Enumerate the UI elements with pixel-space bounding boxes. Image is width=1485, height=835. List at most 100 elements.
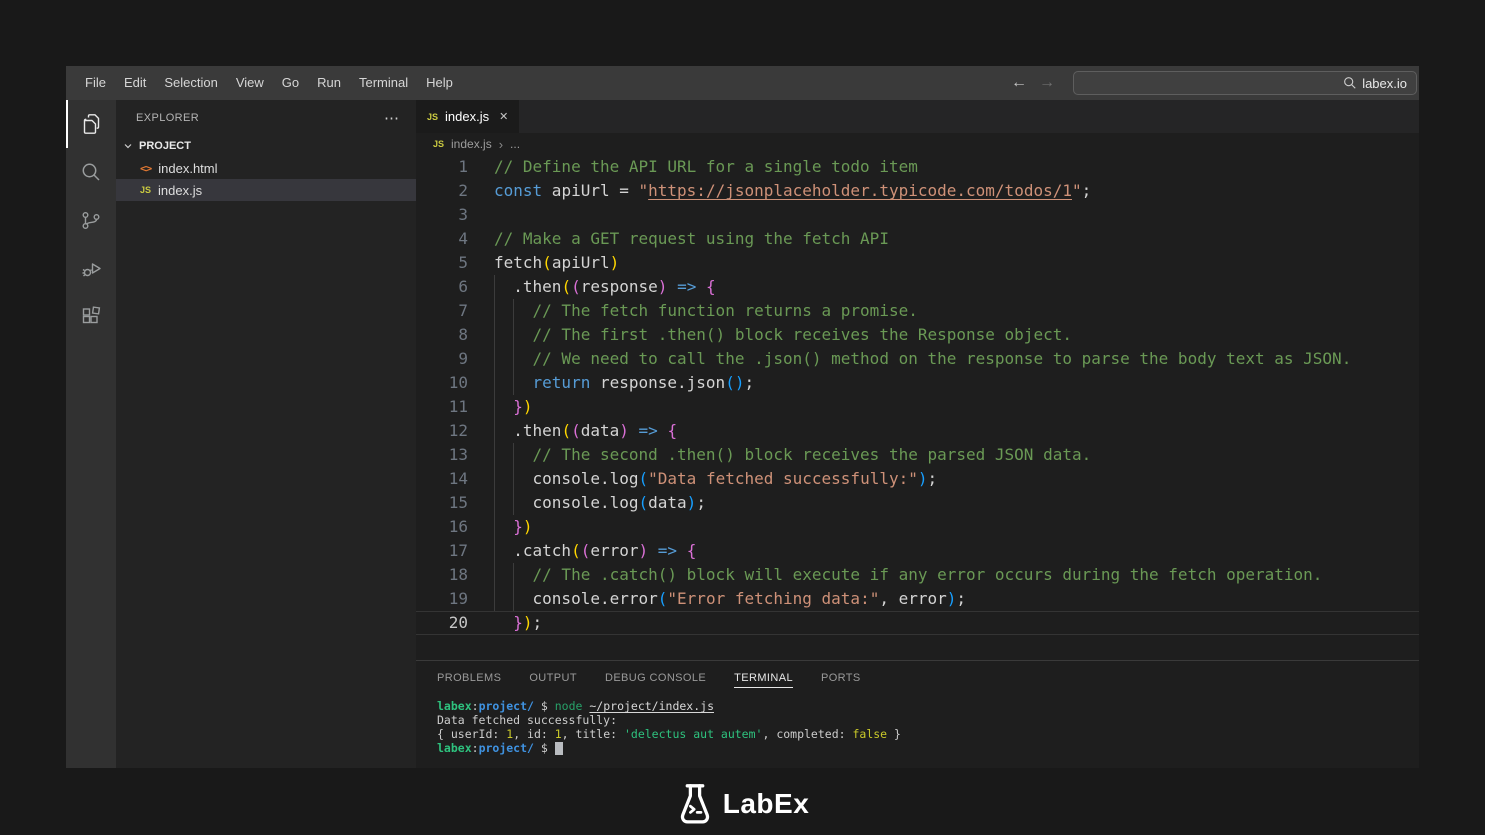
line-number: 12 bbox=[416, 419, 468, 443]
breadcrumb-file[interactable]: index.js bbox=[451, 137, 492, 151]
menu-help[interactable]: Help bbox=[417, 66, 462, 100]
files-icon bbox=[79, 112, 103, 136]
terminal-output[interactable]: labex:project/ $ node ~/project/index.js… bbox=[416, 695, 1419, 768]
terminal-line: { userId: 1, id: 1, title: 'delectus aut… bbox=[437, 727, 1419, 741]
bottom-panel: PROBLEMS OUTPUT DEBUG CONSOLE TERMINAL PORTS… bbox=[416, 660, 1419, 768]
terminal-line: labex:project/ $ bbox=[437, 741, 1419, 755]
code-line-3[interactable]: 3 bbox=[416, 203, 1419, 227]
activity-run-debug[interactable] bbox=[66, 244, 116, 292]
nav-forward-icon[interactable]: → bbox=[1033, 74, 1061, 92]
menu-go[interactable]: Go bbox=[273, 66, 308, 100]
code-content: // Define the API URL for a single todo … bbox=[468, 155, 1419, 179]
menu-view[interactable]: View bbox=[227, 66, 273, 100]
line-number: 13 bbox=[416, 443, 468, 467]
activity-source-control[interactable] bbox=[66, 196, 116, 244]
indent-guide bbox=[513, 323, 514, 347]
line-number: 6 bbox=[416, 275, 468, 299]
code-content: .then((response) => { bbox=[468, 275, 1419, 299]
activity-explorer[interactable] bbox=[66, 100, 116, 148]
code-line-9[interactable]: 9 // We need to call the .json() method … bbox=[416, 347, 1419, 371]
folder-project[interactable]: PROJECT bbox=[116, 135, 416, 157]
code-line-19[interactable]: 19 console.error("Error fetching data:",… bbox=[416, 587, 1419, 611]
code-content: .then((data) => { bbox=[468, 419, 1419, 443]
indent-guide bbox=[494, 587, 495, 611]
line-number: 8 bbox=[416, 323, 468, 347]
code-content: .catch((error) => { bbox=[468, 539, 1419, 563]
file-label: index.html bbox=[158, 161, 217, 176]
code-content: // The second .then() block receives the… bbox=[468, 443, 1419, 467]
code-line-1[interactable]: 1// Define the API URL for a single todo… bbox=[416, 155, 1419, 179]
panel-tab-output[interactable]: OUTPUT bbox=[529, 668, 577, 688]
line-number: 10 bbox=[416, 371, 468, 395]
panel-tab-problems[interactable]: PROBLEMS bbox=[437, 668, 501, 688]
file-index-html[interactable]: <> index.html bbox=[116, 157, 416, 179]
code-line-6[interactable]: 6 .then((response) => { bbox=[416, 275, 1419, 299]
indent-guide bbox=[513, 299, 514, 323]
menu-run[interactable]: Run bbox=[308, 66, 350, 100]
code-line-17[interactable]: 17 .catch((error) => { bbox=[416, 539, 1419, 563]
code-line-16[interactable]: 16 }) bbox=[416, 515, 1419, 539]
source-control-icon bbox=[79, 208, 103, 232]
menu-terminal[interactable]: Terminal bbox=[350, 66, 417, 100]
code-line-14[interactable]: 14 console.log("Data fetched successfull… bbox=[416, 467, 1419, 491]
close-icon[interactable]: ✕ bbox=[499, 110, 508, 123]
activity-search[interactable] bbox=[66, 148, 116, 196]
code-line-13[interactable]: 13 // The second .then() block receives … bbox=[416, 443, 1419, 467]
code-line-12[interactable]: 12 .then((data) => { bbox=[416, 419, 1419, 443]
indent-guide bbox=[513, 467, 514, 491]
code-line-15[interactable]: 15 console.log(data); bbox=[416, 491, 1419, 515]
code-line-4[interactable]: 4// Make a GET request using the fetch A… bbox=[416, 227, 1419, 251]
code-line-11[interactable]: 11 }) bbox=[416, 395, 1419, 419]
code-content: console.error("Error fetching data:", er… bbox=[468, 587, 1419, 611]
code-line-2[interactable]: 2const apiUrl = "https://jsonplaceholder… bbox=[416, 179, 1419, 203]
tab-index-js[interactable]: JS index.js ✕ bbox=[416, 100, 519, 133]
indent-guide bbox=[494, 419, 495, 443]
line-number: 11 bbox=[416, 395, 468, 419]
code-line-5[interactable]: 5fetch(apiUrl) bbox=[416, 251, 1419, 275]
code-line-10[interactable]: 10 return response.json(); bbox=[416, 371, 1419, 395]
folder-project-label: PROJECT bbox=[139, 140, 191, 152]
code-line-18[interactable]: 18 // The .catch() block will execute if… bbox=[416, 563, 1419, 587]
code-content: // The fetch function returns a promise. bbox=[468, 299, 1419, 323]
search-value: labex.io bbox=[1362, 76, 1407, 91]
panel-tab-terminal[interactable]: TERMINAL bbox=[734, 668, 793, 688]
indent-guide bbox=[494, 467, 495, 491]
code-line-8[interactable]: 8 // The first .then() block receives th… bbox=[416, 323, 1419, 347]
line-number: 15 bbox=[416, 491, 468, 515]
code-content: // The first .then() block receives the … bbox=[468, 323, 1419, 347]
terminal-line: Data fetched successfully: bbox=[437, 713, 1419, 727]
code-content: // Make a GET request using the fetch AP… bbox=[468, 227, 1419, 251]
indent-guide bbox=[494, 515, 495, 539]
breadcrumb[interactable]: JS index.js › ... bbox=[416, 133, 1419, 155]
search-input[interactable]: labex.io bbox=[1073, 71, 1417, 95]
search-icon bbox=[79, 160, 103, 184]
code-area[interactable]: 1// Define the API URL for a single todo… bbox=[416, 155, 1419, 660]
menu-file[interactable]: File bbox=[76, 66, 115, 100]
line-number: 4 bbox=[416, 227, 468, 251]
code-line-7[interactable]: 7 // The fetch function returns a promis… bbox=[416, 299, 1419, 323]
code-content: // The .catch() block will execute if an… bbox=[468, 563, 1419, 587]
indent-guide bbox=[513, 563, 514, 587]
code-content: }) bbox=[468, 515, 1419, 539]
nav-back-icon[interactable]: ← bbox=[1005, 74, 1033, 92]
code-content: console.log(data); bbox=[468, 491, 1419, 515]
code-content bbox=[468, 203, 1419, 227]
code-line-20[interactable]: 20 }); bbox=[416, 611, 1419, 635]
more-actions-icon[interactable]: ⋯ bbox=[384, 109, 400, 127]
menu-selection[interactable]: Selection bbox=[155, 66, 226, 100]
indent-guide bbox=[513, 371, 514, 395]
breadcrumb-more[interactable]: ... bbox=[510, 137, 520, 151]
panel-tab-ports[interactable]: PORTS bbox=[821, 668, 861, 688]
html-icon: <> bbox=[140, 162, 151, 175]
code-content: return response.json(); bbox=[468, 371, 1419, 395]
line-number: 3 bbox=[416, 203, 468, 227]
code-content: fetch(apiUrl) bbox=[468, 251, 1419, 275]
file-index-js[interactable]: JSindex.js bbox=[116, 179, 416, 201]
panel-tab-debug-console[interactable]: DEBUG CONSOLE bbox=[605, 668, 706, 688]
menu-edit[interactable]: Edit bbox=[115, 66, 155, 100]
indent-guide bbox=[513, 587, 514, 611]
code-content: // We need to call the .json() method on… bbox=[468, 347, 1419, 371]
chevron-right-icon: › bbox=[499, 137, 503, 152]
activity-extensions[interactable] bbox=[66, 292, 116, 340]
line-number: 1 bbox=[416, 155, 468, 179]
